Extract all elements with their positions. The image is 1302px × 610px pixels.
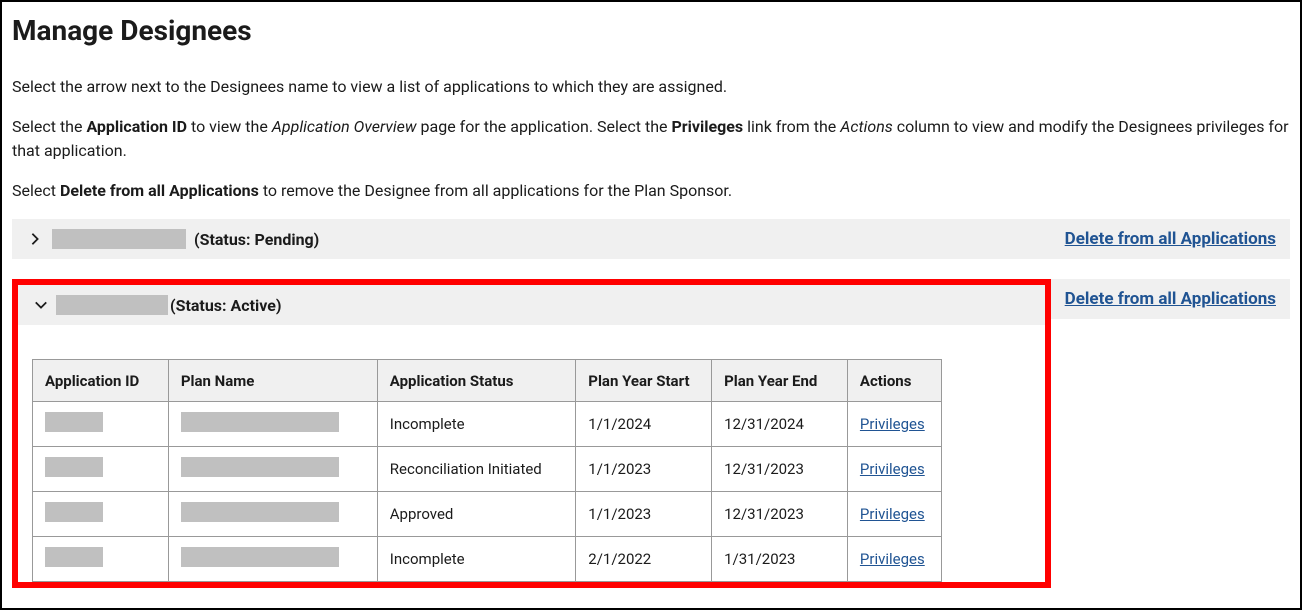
chevron-down-icon[interactable] [32, 296, 50, 314]
cell-plan-name-redacted [181, 457, 339, 477]
cell-plan-name-redacted [181, 502, 339, 522]
cell-app-id-redacted[interactable] [45, 412, 103, 432]
th-actions: Actions [847, 360, 941, 402]
cell-status: Approved [377, 492, 576, 537]
cell-year-start: 2/1/2022 [576, 537, 712, 582]
cell-status: Incomplete [377, 402, 576, 447]
table-row: Reconciliation Initiated 1/1/2023 12/31/… [33, 447, 942, 492]
highlighted-designee-section: (Status: Active) Application ID Plan Nam… [12, 279, 1051, 588]
privileges-link[interactable]: Privileges [860, 460, 925, 478]
privileges-link[interactable]: Privileges [860, 415, 925, 433]
applications-table: Application ID Plan Name Application Sta… [32, 359, 942, 582]
delete-from-all-link[interactable]: Delete from all Applications [1065, 289, 1276, 309]
th-plan-year-end: Plan Year End [712, 360, 848, 402]
cell-year-end: 12/31/2023 [712, 492, 848, 537]
th-plan-year-start: Plan Year Start [576, 360, 712, 402]
page-title: Manage Designees [12, 14, 1290, 47]
cell-year-start: 1/1/2023 [576, 492, 712, 537]
designee-header-row: (Status: Active) [18, 285, 1045, 325]
designee-status: (Status: Active) [170, 296, 282, 315]
table-row: Incomplete 2/1/2022 1/31/2023 Privileges [33, 537, 942, 582]
designee-name-redacted [52, 229, 186, 249]
designee-status: (Status: Pending) [194, 230, 319, 249]
cell-year-end: 1/31/2023 [712, 537, 848, 582]
th-application-status: Application Status [377, 360, 576, 402]
designee-name-redacted [56, 295, 168, 315]
delete-from-all-link[interactable]: Delete from all Applications [1065, 229, 1276, 249]
cell-app-id-redacted[interactable] [45, 502, 103, 522]
table-header-row: Application ID Plan Name Application Sta… [33, 360, 942, 402]
cell-app-id-redacted[interactable] [45, 547, 103, 567]
cell-plan-name-redacted [181, 547, 339, 567]
cell-status: Reconciliation Initiated [377, 447, 576, 492]
privileges-link[interactable]: Privileges [860, 550, 925, 568]
cell-plan-name-redacted [181, 412, 339, 432]
cell-year-end: 12/31/2024 [712, 402, 848, 447]
th-plan-name: Plan Name [168, 360, 377, 402]
table-row: Incomplete 1/1/2024 12/31/2024 Privilege… [33, 402, 942, 447]
th-application-id: Application ID [33, 360, 169, 402]
intro-paragraph-1: Select the arrow next to the Designees n… [12, 75, 1290, 99]
cell-app-id-redacted[interactable] [45, 457, 103, 477]
privileges-link[interactable]: Privileges [860, 505, 925, 523]
intro-paragraph-3: Select Delete from all Applications to r… [12, 179, 1290, 203]
cell-status: Incomplete [377, 537, 576, 582]
intro-text: Select the arrow next to the Designees n… [12, 75, 1290, 203]
cell-year-start: 1/1/2023 [576, 447, 712, 492]
intro-paragraph-2: Select the Application ID to view the Ap… [12, 115, 1290, 163]
chevron-right-icon[interactable] [26, 230, 44, 248]
designee-header-row: (Status: Pending) Delete from all Applic… [12, 219, 1290, 259]
table-row: Approved 1/1/2023 12/31/2023 Privileges [33, 492, 942, 537]
cell-year-end: 12/31/2023 [712, 447, 848, 492]
cell-year-start: 1/1/2024 [576, 402, 712, 447]
